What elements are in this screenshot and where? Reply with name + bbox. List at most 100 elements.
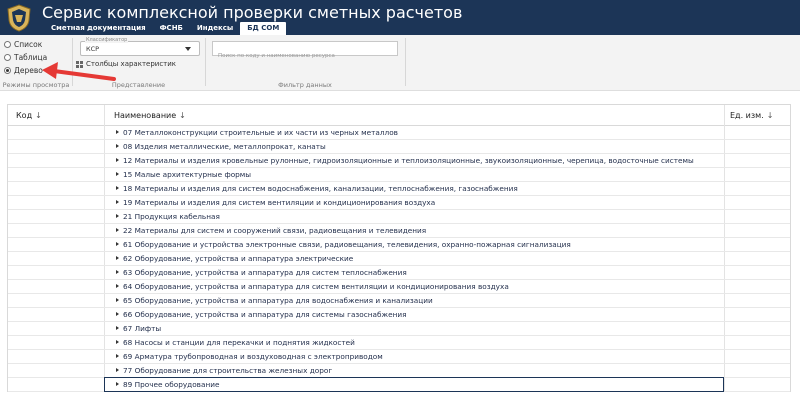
grid-icon	[76, 60, 83, 68]
expand-triangle-icon[interactable]	[116, 298, 119, 302]
view-mode-table-label: Таблица	[14, 53, 48, 62]
table-row[interactable]: 22 Материалы для систем и сооружений свя…	[8, 224, 790, 238]
app-title: Сервис комплексной проверки сметных расч…	[42, 3, 463, 22]
tree-node-label: 63 Оборудование, устройства и аппаратура…	[123, 268, 407, 277]
table-row[interactable]: 15 Малые архитектурные формы	[8, 168, 790, 182]
tree-node[interactable]: 18 Материалы и изделия для систем водосн…	[116, 184, 518, 193]
table-row[interactable]: 89 Прочее оборудование	[8, 377, 790, 392]
table-row[interactable]: 77 Оборудование для строительства железн…	[8, 364, 790, 378]
ribbon-divider	[405, 38, 406, 86]
table-row[interactable]: 69 Арматура трубопроводная и воздуховодн…	[8, 350, 790, 364]
expand-triangle-icon[interactable]	[116, 242, 119, 246]
view-mode-table[interactable]: Таблица	[4, 53, 47, 62]
expand-triangle-icon[interactable]	[116, 228, 119, 232]
expand-triangle-icon[interactable]	[116, 144, 119, 148]
tree-node[interactable]: 08 Изделия металлические, металлопрокат,…	[116, 142, 326, 151]
tab-indexes[interactable]: Индексы	[190, 22, 240, 35]
column-header-name-label: Наименование	[114, 111, 177, 120]
tree-node[interactable]: 62 Оборудование, устройства и аппаратура…	[116, 254, 353, 263]
table-row[interactable]: 62 Оборудование, устройства и аппаратура…	[8, 252, 790, 266]
arrow-down-icon[interactable]: ↓	[179, 111, 186, 120]
column-header-unit[interactable]: Ед. изм. ↓	[730, 105, 773, 126]
table-row[interactable]: 64 Оборудование, устройства и аппаратура…	[8, 280, 790, 294]
expand-triangle-icon[interactable]	[116, 186, 119, 190]
tab-estimate-docs[interactable]: Сметная документация	[44, 22, 153, 35]
tree-node-label: 69 Арматура трубопроводная и воздуховодн…	[123, 352, 383, 361]
tree-node[interactable]: 69 Арматура трубопроводная и воздуховодн…	[116, 352, 383, 361]
columns-characteristics-label: Столбцы характеристик	[86, 60, 177, 68]
expand-triangle-icon[interactable]	[116, 340, 119, 344]
arrow-down-icon[interactable]: ↓	[35, 111, 42, 120]
tree-node[interactable]: 07 Металлоконструкции строительные и их …	[116, 128, 398, 137]
table-row[interactable]: 08 Изделия металлические, металлопрокат,…	[8, 140, 790, 154]
resources-tree-table: Код ↓ Наименование ↓ Ед. изм. ↓ 07 Металлок…	[7, 104, 791, 392]
table-header: Код ↓ Наименование ↓ Ед. изм. ↓	[8, 105, 790, 126]
table-row[interactable]: 66 Оборудование, устройства и аппаратура…	[8, 308, 790, 322]
tree-node-label: 22 Материалы для систем и сооружений свя…	[123, 226, 427, 235]
table-row[interactable]: 63 Оборудование, устройства и аппаратура…	[8, 266, 790, 280]
search-input[interactable]	[213, 49, 397, 63]
expand-triangle-icon[interactable]	[116, 158, 119, 162]
table-row[interactable]: 68 Насосы и станции для перекачки и подн…	[8, 336, 790, 350]
tree-node-label: 67 Лифты	[123, 324, 162, 333]
tree-node[interactable]: 15 Малые архитектурные формы	[116, 170, 251, 179]
tree-node-label: 64 Оборудование, устройства и аппаратура…	[123, 282, 509, 291]
expand-triangle-icon[interactable]	[116, 382, 119, 386]
tab-fsnb[interactable]: ФСНБ	[153, 22, 190, 35]
tree-node-label: 61 Оборудование и устройства электронные…	[123, 240, 571, 249]
expand-triangle-icon[interactable]	[116, 270, 119, 274]
tree-node[interactable]: 67 Лифты	[116, 324, 161, 333]
chevron-down-icon[interactable]	[185, 47, 191, 51]
view-modes-group: Список Таблица Дерево Режимы просмотра	[0, 35, 72, 91]
expand-triangle-icon[interactable]	[116, 200, 119, 204]
tree-node[interactable]: 65 Оборудование, устройства и аппаратура…	[116, 296, 433, 305]
tree-node[interactable]: 89 Прочее оборудование	[116, 380, 219, 389]
column-header-code[interactable]: Код ↓	[16, 105, 42, 126]
search-field[interactable]	[212, 41, 398, 63]
tree-node-label: 66 Оборудование, устройства и аппаратура…	[123, 310, 407, 319]
expand-triangle-icon[interactable]	[116, 312, 119, 316]
expand-triangle-icon[interactable]	[116, 284, 119, 288]
tree-node-label: 68 Насосы и станции для перекачки и подн…	[123, 338, 355, 347]
expand-triangle-icon[interactable]	[116, 368, 119, 372]
column-header-name[interactable]: Наименование ↓	[114, 105, 186, 126]
table-row[interactable]: 21 Продукция кабельная	[8, 210, 790, 224]
table-row[interactable]: 12 Материалы и изделия кровельные рулонн…	[8, 154, 790, 168]
tree-node[interactable]: 64 Оборудование, устройства и аппаратура…	[116, 282, 509, 291]
tree-node[interactable]: 68 Насосы и станции для перекачки и подн…	[116, 338, 355, 347]
view-mode-list[interactable]: Список	[4, 40, 42, 49]
view-mode-tree[interactable]: Дерево	[4, 66, 43, 75]
table-row[interactable]: 18 Материалы и изделия для систем водосн…	[8, 182, 790, 196]
classifier-select[interactable]: Классификатор КСР	[80, 37, 200, 56]
expand-triangle-icon[interactable]	[116, 326, 119, 330]
expand-triangle-icon[interactable]	[116, 172, 119, 176]
table-row[interactable]: 07 Металлоконструкции строительные и их …	[8, 126, 790, 140]
expand-triangle-icon[interactable]	[116, 354, 119, 358]
tree-node[interactable]: 21 Продукция кабельная	[116, 212, 220, 221]
tree-node-label: 77 Оборудование для строительства железн…	[123, 366, 333, 375]
columns-characteristics-button[interactable]: Столбцы характеристик	[76, 60, 176, 68]
tree-node[interactable]: 12 Материалы и изделия кровельные рулонн…	[116, 156, 694, 165]
radio-icon[interactable]	[4, 41, 11, 48]
table-row[interactable]: 65 Оборудование, устройства и аппаратура…	[8, 294, 790, 308]
radio-icon[interactable]	[4, 54, 11, 61]
tree-node[interactable]: 66 Оборудование, устройства и аппаратура…	[116, 310, 406, 319]
radio-checked-icon[interactable]	[4, 67, 11, 74]
expand-triangle-icon[interactable]	[116, 214, 119, 218]
arrow-down-icon[interactable]: ↓	[767, 111, 774, 120]
table-row[interactable]: 67 Лифты	[8, 322, 790, 336]
tree-node[interactable]: 61 Оборудование и устройства электронные…	[116, 240, 571, 249]
table-row[interactable]: 19 Материалы и изделия для систем вентил…	[8, 196, 790, 210]
expand-triangle-icon[interactable]	[116, 256, 119, 260]
tree-node-label: 15 Малые архитектурные формы	[123, 170, 252, 179]
view-mode-tree-label: Дерево	[14, 66, 43, 75]
expand-triangle-icon[interactable]	[116, 130, 119, 134]
tab-bd-som[interactable]: БД СОМ	[240, 22, 287, 36]
table-row[interactable]: 61 Оборудование и устройства электронные…	[8, 238, 790, 252]
tree-node[interactable]: 77 Оборудование для строительства железн…	[116, 366, 332, 375]
tree-node[interactable]: 19 Материалы и изделия для систем вентил…	[116, 198, 435, 207]
classifier-legend: Классификатор	[85, 37, 129, 43]
app-root: Сервис комплексной проверки сметных расч…	[0, 0, 800, 399]
tree-node[interactable]: 63 Оборудование, устройства и аппаратура…	[116, 268, 407, 277]
tree-node[interactable]: 22 Материалы для систем и сооружений свя…	[116, 226, 426, 235]
